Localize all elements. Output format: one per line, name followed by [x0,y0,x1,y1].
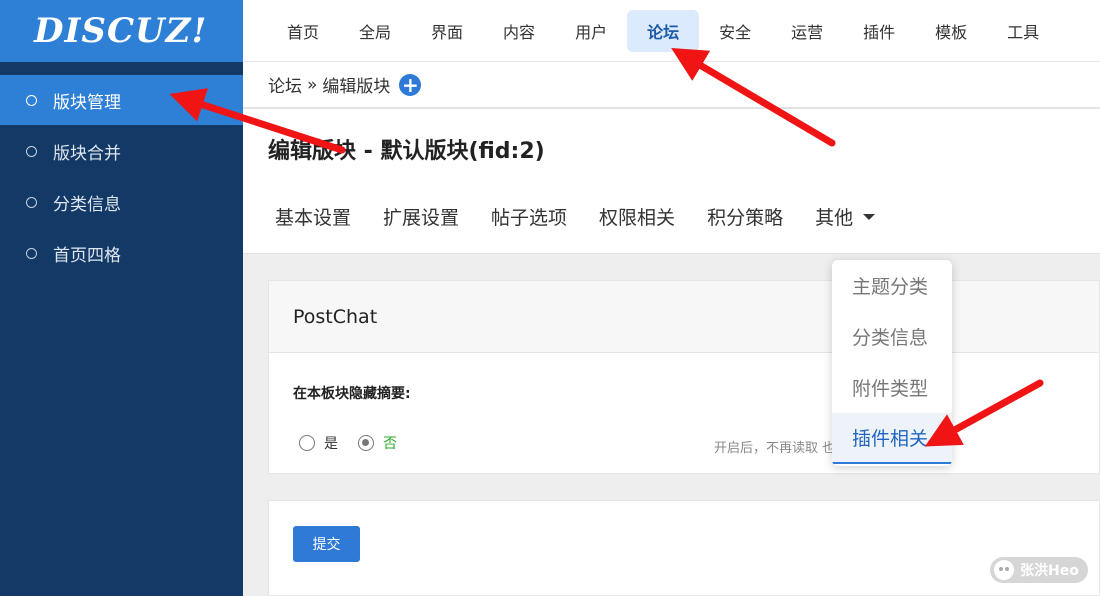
sidebar-item-forum-manage[interactable]: 版块管理 [0,75,243,125]
tab-bar: 基本设置 扩展设置 帖子选项 权限相关 积分策略 其他 [259,203,891,230]
sidebar-item-forum-merge[interactable]: 版块合并 [0,126,243,176]
caret-down-icon [863,213,876,220]
dropdown-item-plugin-related[interactable]: 插件相关 [832,413,952,464]
sidebar-item-home-grid[interactable]: 首页四格 [0,228,243,278]
nav-item-content[interactable]: 内容 [483,10,555,52]
breadcrumb-root[interactable]: 论坛 [268,72,302,97]
circle-bullet-icon [26,196,37,208]
watermark-text: 张洪Heo [1020,563,1079,579]
radio-yes[interactable]: 是 [299,433,338,453]
settings-card: PostChat 在本板块隐藏摘要: 是 否 开启后，不再读取 也不在这个板块展… [268,280,1100,474]
tab-other[interactable]: 其他 [799,203,891,230]
sidebar-item-label: 版块合并 [53,143,121,164]
sidebar: DISCUZ! 版块管理 版块合并 分类信息 首页四格 [0,0,243,596]
tab-basic-settings[interactable]: 基本设置 [259,203,367,230]
sidebar-menu: 版块管理 版块合并 分类信息 首页四格 [0,75,243,278]
breadcrumb-separator: » [307,74,318,95]
submit-card: 提交 [268,500,1100,596]
nav-item-global[interactable]: 全局 [339,10,411,52]
sidebar-item-label: 分类信息 [53,194,121,215]
circle-bullet-icon [26,145,37,157]
nav-item-templates[interactable]: 模板 [915,10,987,52]
sidebar-item-category-info[interactable]: 分类信息 [0,177,243,227]
nav-item-tools[interactable]: 工具 [987,10,1059,52]
dropdown-item-attachment-types[interactable]: 附件类型 [832,362,952,413]
radio-yes-label: 是 [324,436,338,452]
discuz-logo: DISCUZ! [34,11,208,51]
circle-bullet-icon [26,94,37,106]
submit-button[interactable]: 提交 [293,526,360,562]
tab-permissions[interactable]: 权限相关 [583,203,691,230]
logo-box[interactable]: DISCUZ! [0,0,243,62]
nav-item-home[interactable]: 首页 [267,10,339,52]
tab-other-label: 其他 [815,207,854,229]
nav-item-forum[interactable]: 论坛 [627,9,700,52]
hide-summary-label: 在本板块隐藏摘要: [293,386,411,402]
page-header: 编辑版块 - 默认版块(fid:2) 基本设置 扩展设置 帖子选项 权限相关 积… [243,109,1100,254]
plus-circle-icon[interactable]: + [399,73,422,96]
tab-credit-policy[interactable]: 积分策略 [691,203,799,230]
radio-circle-icon [299,435,315,451]
nav-item-operations[interactable]: 运营 [771,10,843,52]
dropdown-item-thread-types[interactable]: 主题分类 [832,260,952,311]
hide-summary-radio-group: 是 否 [299,433,417,453]
radio-no[interactable]: 否 [358,433,397,453]
circle-bullet-icon [26,247,37,259]
nav-item-users[interactable]: 用户 [555,10,627,52]
radio-no-label: 否 [383,436,397,452]
sidebar-item-label: 首页四格 [53,245,121,266]
other-dropdown-menu: 主题分类 分类信息 附件类型 插件相关 [832,260,952,466]
page-title: 编辑版块 - 默认版块(fid:2) [268,139,545,164]
watermark: 张洪Heo [990,557,1088,583]
card-header: PostChat [269,281,1099,353]
dropdown-item-category-info[interactable]: 分类信息 [832,311,952,362]
breadcrumb-current: 编辑版块 [322,77,391,97]
nav-item-interface[interactable]: 界面 [411,10,483,52]
chat-bubble-icon [994,560,1014,580]
sidebar-item-label: 版块管理 [53,92,121,113]
tab-post-options[interactable]: 帖子选项 [475,203,583,230]
breadcrumb: 论坛 » 编辑版块 + [243,62,1100,108]
top-nav: 首页 全局 界面 内容 用户 论坛 安全 运营 插件 模板 工具 [243,0,1100,62]
nav-item-plugins[interactable]: 插件 [843,10,915,52]
nav-item-security[interactable]: 安全 [699,10,771,52]
tab-extended-settings[interactable]: 扩展设置 [367,203,475,230]
radio-circle-checked-icon [358,435,374,451]
